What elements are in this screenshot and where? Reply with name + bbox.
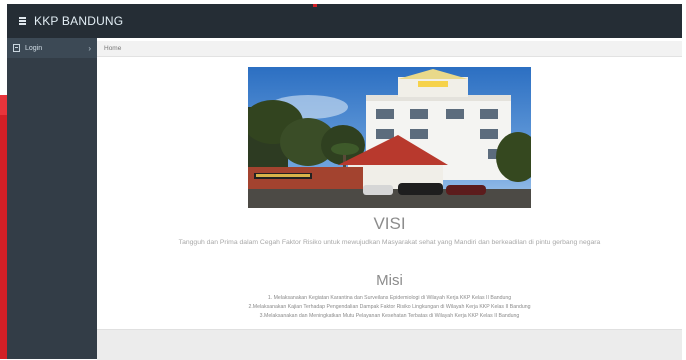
misi-item: 3.Melaksanakan dan Meningkatkan Mutu Pel… [259,313,520,319]
breadcrumb: Home [97,41,682,57]
misi-list: 1. Melaksanakan Kegiatan Karantina dan S… [97,294,682,321]
visi-heading: VISI [373,214,406,233]
misi-item: 1. Melaksanakan Kegiatan Karantina dan S… [267,295,512,301]
menu-icon[interactable] [19,17,26,25]
breadcrumb-home[interactable]: Home [104,45,121,52]
sidebar-item-label: Login [25,44,43,52]
footer [97,329,682,360]
sidebar [7,38,97,359]
chevron-right-icon: › [88,43,91,53]
sidebar-item-login[interactable]: Login › [7,38,97,58]
login-icon [13,44,20,52]
top-red-mark [313,4,317,7]
brand-title[interactable]: KKP BANDUNG [34,14,123,28]
building-photo [248,67,531,208]
misi-item: 2.Melaksanakan Kajian Terhadap Pengendal… [248,304,531,310]
visi-text: Tangguh dan Prima dalam Cegah Faktor Ris… [178,239,601,246]
top-navbar: KKP BANDUNG [7,4,682,38]
misi-heading: Misi [376,272,403,289]
